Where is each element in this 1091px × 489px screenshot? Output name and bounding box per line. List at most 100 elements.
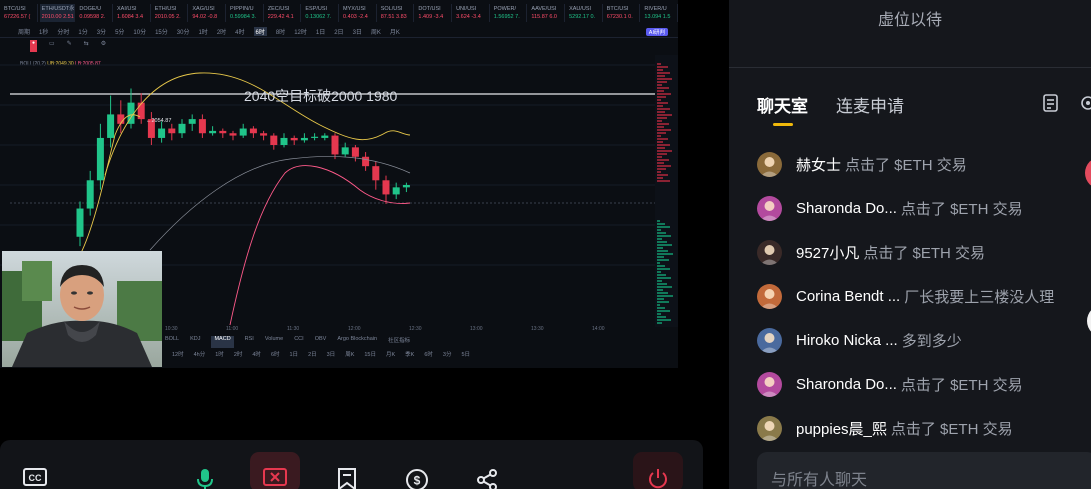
ticker-item[interactable]: BTC/USI 67230.1 0. xyxy=(605,4,641,22)
avatar[interactable] xyxy=(757,195,782,221)
chat-input[interactable]: 与所有人聊天 xyxy=(757,452,1091,489)
timeframe-option[interactable]: 3日 xyxy=(353,27,362,36)
timeframe-option[interactable]: 1分 xyxy=(78,27,87,36)
chat-username[interactable]: 赫女士 xyxy=(796,154,841,175)
bottom-timeframe-option[interactable]: 12时 xyxy=(172,350,184,360)
avatar[interactable] xyxy=(757,151,782,177)
timeframe-option[interactable]: 15分 xyxy=(155,27,168,36)
mic-button[interactable] xyxy=(180,458,230,489)
timeframe-option[interactable]: 8时 xyxy=(276,27,285,36)
share-button[interactable] xyxy=(462,458,512,489)
tab-mic-requests[interactable]: 连麦申请 xyxy=(836,92,904,117)
avatar[interactable] xyxy=(757,415,782,441)
ticker-item[interactable]: ZEC/USI 229.42 4.1 xyxy=(266,4,302,22)
notes-icon[interactable] xyxy=(1042,94,1060,112)
indicator-tab[interactable]: 社区指标 xyxy=(388,336,410,348)
chat-message[interactable]: Sharonda Do... 点击了 $ETH 交易 xyxy=(757,186,1091,230)
timeframe-option[interactable]: 10分 xyxy=(133,27,146,36)
chat-username[interactable]: Sharonda Do... xyxy=(796,200,897,217)
chat-username[interactable]: Hiroko Nicka ... xyxy=(796,332,898,349)
bottom-timeframe-option[interactable]: 月K xyxy=(386,350,395,360)
bottom-timeframe-option[interactable]: 6时 xyxy=(424,350,433,360)
timeframe-option[interactable]: 1时 xyxy=(198,27,207,36)
ticker-item[interactable]: XAI/USI 1.6084 3.4 xyxy=(115,4,151,22)
ticker-item[interactable]: ESP/USI 0.13062 7. xyxy=(303,4,340,22)
tip-button[interactable]: $ xyxy=(392,458,442,489)
chat-message[interactable]: Sharonda Do... 点击了 $ETH 交易 xyxy=(757,362,1091,406)
bottom-timeframe-option[interactable]: 15日 xyxy=(364,350,376,360)
bottom-timeframe-option[interactable]: 5日 xyxy=(461,350,470,360)
timeframe-option[interactable]: 分时 xyxy=(57,27,69,36)
chat-username[interactable]: 9527小凡 xyxy=(796,242,859,263)
indicator-tab[interactable]: KDJ xyxy=(190,336,200,348)
ticker-item[interactable]: POWER/1.56952 7. xyxy=(492,4,528,22)
bottom-timeframe-option[interactable]: 周K xyxy=(345,350,354,360)
bottom-timeframe-option[interactable]: 2日 xyxy=(308,350,317,360)
bottom-timeframe-option[interactable]: 1日 xyxy=(290,350,299,360)
timeframe-option[interactable]: 3分 xyxy=(97,27,106,36)
captions-button[interactable]: CC xyxy=(10,458,60,489)
chat-message[interactable]: Corina Bendt ... 厂长我要上三楼没人理 xyxy=(757,274,1091,318)
timeframe-option[interactable]: 2日 xyxy=(334,27,343,36)
chat-message[interactable]: puppies晨_熙 点击了 $ETH 交易 xyxy=(757,406,1091,450)
depth-bar xyxy=(657,256,664,258)
bottom-timeframe-option[interactable]: 2时 xyxy=(234,350,243,360)
bottom-timeframe-option[interactable]: 1时 xyxy=(215,350,224,360)
stop-share-button[interactable] xyxy=(250,452,300,489)
timeframe-option[interactable]: 周期 xyxy=(18,27,30,36)
timeframe-option[interactable]: 6时 xyxy=(253,27,267,36)
ticker-price: 115.87 6.0 xyxy=(531,14,557,20)
timeframe-option[interactable]: 12时 xyxy=(294,27,307,36)
ticker-item[interactable]: DOT/USI 1.409 -3.4 xyxy=(416,4,453,22)
avatar[interactable] xyxy=(757,283,782,309)
bottom-timeframe-option[interactable]: 6时 xyxy=(271,350,280,360)
ticker-item[interactable]: XAG/USI 94.02 -0.8 xyxy=(190,4,227,22)
bottom-timeframe-option[interactable]: 4h分 xyxy=(194,350,206,360)
chat-username[interactable]: Sharonda Do... xyxy=(796,376,897,393)
timeframe-option[interactable]: 1日 xyxy=(316,27,325,36)
ticker-item[interactable]: UNI/USI 3.624 -3.4 xyxy=(454,4,490,22)
indicator-tab[interactable]: CCI xyxy=(294,336,303,348)
chat-message[interactable]: Hiroko Nicka ... 多到多少 xyxy=(757,318,1091,362)
ticker-item[interactable]: PIPPIN/U 0.59984 3. xyxy=(228,4,264,22)
ticker-item[interactable]: RIVER/U 13.094 1.5 xyxy=(642,4,678,22)
tab-chat-room[interactable]: 聊天室 xyxy=(757,92,808,117)
tool-icon: ✎ xyxy=(66,41,72,47)
save-button[interactable] xyxy=(322,458,372,489)
avatar[interactable] xyxy=(757,371,782,397)
timeframe-option[interactable]: 5分 xyxy=(115,27,124,36)
end-stream-button[interactable] xyxy=(633,452,683,489)
chat-message[interactable]: 9527小凡 点击了 $ETH 交易 xyxy=(757,230,1091,274)
timeframe-option[interactable]: 2时 xyxy=(217,27,226,36)
indicator-tab[interactable]: Volume xyxy=(265,336,283,348)
bottom-timeframe-option[interactable]: 季K xyxy=(405,350,414,360)
ticker-item[interactable]: XAU/USI 5292.17 0. xyxy=(567,4,603,22)
bottom-timeframe-option[interactable]: 3分 xyxy=(443,350,452,360)
bottom-timeframe-option[interactable]: 4时 xyxy=(252,350,261,360)
bottom-timeframe-option[interactable]: 3日 xyxy=(327,350,336,360)
indicator-tab[interactable]: OBV xyxy=(315,336,327,348)
chat-username[interactable]: Corina Bendt ... xyxy=(796,288,900,305)
chat-username[interactable]: puppies晨_熙 xyxy=(796,418,887,439)
ticker-item[interactable]: AAVE/USI 115.87 6.0 xyxy=(529,4,566,22)
ticker-item[interactable]: SOL/USI 87.51 3.83 xyxy=(379,4,415,22)
ticker-item[interactable]: ETH/USI 2010.05 2. xyxy=(153,4,189,22)
indicator-tab[interactable]: MACD xyxy=(211,336,234,348)
ticker-item[interactable]: MYX/USI 0.403 -2.4 xyxy=(341,4,377,22)
settings-icon[interactable] xyxy=(1079,94,1091,112)
timeframe-option[interactable]: 30分 xyxy=(177,27,190,36)
indicator-tab[interactable]: Argo Blockchain xyxy=(337,336,377,348)
timeframe-option[interactable]: 周K xyxy=(371,27,381,36)
indicator-tab[interactable]: RSI xyxy=(245,336,254,348)
ticker-item[interactable]: DOGE/U 0.09598 2. xyxy=(77,4,114,22)
ticker-item[interactable]: BTC/USI 67226.57 ( xyxy=(2,4,38,22)
timeframe-option[interactable]: 1秒 xyxy=(39,27,48,36)
indicator-tab[interactable]: BOLL xyxy=(165,336,179,348)
avatar[interactable] xyxy=(757,327,782,353)
ticker-item[interactable]: ETH/USDT永续 2010.00 2.51% xyxy=(39,4,76,22)
chat-message[interactable]: 赫女士 点击了 $ETH 交易 xyxy=(757,142,1091,186)
avatar[interactable] xyxy=(757,239,782,265)
timeframe-option[interactable]: 4时 xyxy=(235,27,244,36)
ticker-name: PIPPIN/U xyxy=(230,6,254,12)
timeframe-option[interactable]: 月K xyxy=(390,27,400,36)
